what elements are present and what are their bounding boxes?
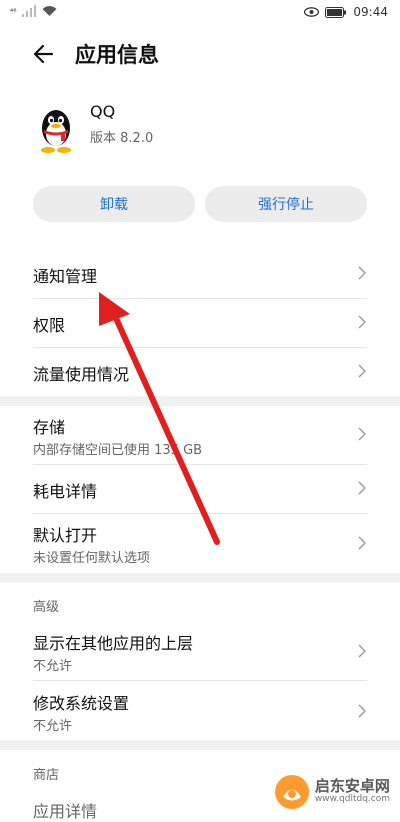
- list-item-title: 应用详情: [33, 802, 98, 821]
- list-item-title: 修改系统设置: [33, 694, 130, 713]
- chevron-right-icon: [358, 644, 366, 658]
- watermark-name: 启东安卓网: [314, 777, 390, 796]
- status-time: 09:44: [353, 5, 388, 19]
- section-separator: [0, 740, 400, 750]
- status-bar: ⁴⁶ 09:44: [0, 0, 400, 26]
- network-type-label: ⁴⁶: [10, 6, 17, 16]
- section-separator: [0, 573, 400, 583]
- section-header-store: 商店: [33, 768, 60, 783]
- wifi-icon: [42, 6, 57, 16]
- list-item-display-over-apps[interactable]: 显示在其他应用的上层 不允许: [0, 620, 400, 680]
- chevron-right-icon: [358, 266, 366, 280]
- chevron-right-icon: [358, 481, 366, 495]
- app-summary: QQ 版本 8.2.0: [0, 100, 400, 160]
- force-stop-button[interactable]: 强行停止: [205, 186, 367, 222]
- list-item-notifications[interactable]: 通知管理: [0, 248, 400, 298]
- cellular-signal-icon: [22, 5, 37, 17]
- list-item-title: 显示在其他应用的上层: [33, 634, 194, 653]
- eye-comfort-icon: [304, 7, 320, 17]
- list-item-permissions[interactable]: 权限: [0, 298, 400, 347]
- list-item-modify-system-settings[interactable]: 修改系统设置 不允许: [0, 680, 400, 740]
- chevron-right-icon: [358, 704, 366, 718]
- watermark-text: 启东安卓网 www.qdltdq.com: [315, 779, 390, 804]
- list-item-title: 默认打开: [33, 526, 98, 545]
- list-item-battery-details[interactable]: 耗电详情: [0, 464, 400, 513]
- app-bar: 应用信息: [0, 26, 400, 82]
- list-item-title: 耗电详情: [33, 482, 98, 501]
- site-logo-icon: [274, 775, 309, 809]
- list-item-subtitle: 未设置任何默认选项: [33, 551, 151, 566]
- chevron-right-icon: [358, 536, 366, 550]
- list-item-subtitle: 不允许: [33, 719, 73, 734]
- uninstall-button[interactable]: 卸载: [33, 186, 195, 222]
- battery-icon: [325, 6, 347, 18]
- list-item-title: 权限: [33, 316, 66, 335]
- list-item-data-usage[interactable]: 流量使用情况: [0, 347, 400, 396]
- back-arrow-icon[interactable]: [30, 40, 58, 68]
- chevron-right-icon: [358, 427, 366, 441]
- section-header-advanced: 高级: [33, 600, 60, 615]
- list-item-open-by-default[interactable]: 默认打开 未设置任何默认选项: [0, 513, 400, 573]
- status-bar-right: 09:44: [304, 5, 388, 19]
- list-item-title: 存储: [33, 418, 66, 437]
- qq-penguin-icon: [41, 110, 71, 153]
- page-title: 应用信息: [75, 43, 159, 67]
- watermark-url: www.qdltdq.com: [314, 794, 390, 805]
- section-separator: [0, 396, 400, 406]
- app-name: QQ: [90, 102, 116, 121]
- list-item-storage[interactable]: 存储 内部存储空间已使用 135 GB: [0, 406, 400, 464]
- status-bar-left: ⁴⁶: [10, 5, 57, 17]
- app-version: 版本 8.2.0: [90, 131, 154, 146]
- chevron-right-icon: [358, 315, 366, 329]
- list-item-subtitle: 内部存储空间已使用 135 GB: [33, 443, 203, 458]
- list-item-subtitle: 不允许: [33, 659, 73, 674]
- list-item-title: 流量使用情况: [33, 365, 130, 384]
- chevron-right-icon: [358, 364, 366, 378]
- list-item-title: 通知管理: [33, 267, 98, 286]
- watermark: 启东安卓网 www.qdltdq.com: [274, 774, 390, 810]
